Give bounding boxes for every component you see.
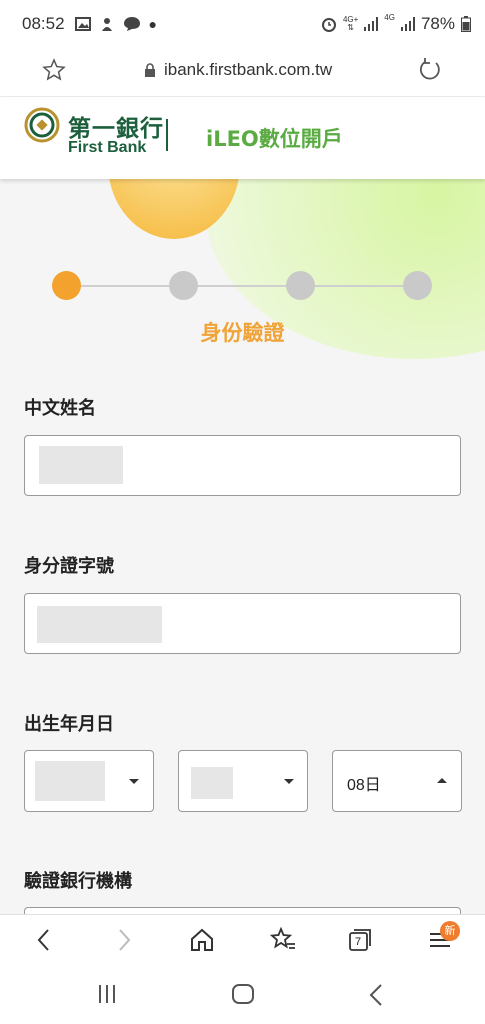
hero-stepper: 身份驗證 [0, 179, 485, 359]
back-icon[interactable] [34, 927, 54, 953]
redacted-year [35, 761, 105, 801]
reload-icon[interactable] [417, 57, 443, 83]
bank-name-en: First Bank [68, 139, 147, 156]
birth-year-select[interactable] [24, 750, 154, 812]
current-step-label: 身份驗證 [200, 321, 285, 345]
id-number-input[interactable] [24, 593, 461, 654]
chevron-down-icon [129, 779, 139, 784]
bank-name-cn: 第一銀行 [68, 116, 164, 142]
page-title: iLEO數位開戶 [206, 127, 343, 151]
browser-toolbar: 7 新 [0, 914, 485, 967]
step-dot-2 [169, 271, 198, 300]
bookmarks-icon[interactable] [269, 927, 297, 953]
step-dot-4 [403, 271, 432, 300]
signal-icon-2 [400, 17, 415, 31]
site-header: 第一銀行 First Bank iLEO數位開戶 [0, 97, 485, 179]
step-dot-1 [52, 271, 81, 300]
birth-day-select[interactable]: 08日 [332, 750, 462, 812]
battery-percent: 78% [420, 14, 455, 33]
redacted-id-number [37, 606, 162, 643]
alarm-icon [321, 18, 336, 32]
gallery-icon [74, 17, 91, 31]
id-number-label: 身分證字號 [24, 556, 114, 577]
birth-month-select[interactable] [178, 750, 308, 812]
network-type-2: 4G [384, 13, 395, 22]
first-bank-logo-icon[interactable] [24, 107, 60, 143]
system-back-icon[interactable] [368, 983, 384, 1007]
redacted-month [191, 767, 233, 799]
signal-icon-1 [364, 17, 379, 31]
bookmark-star-icon[interactable] [42, 58, 66, 82]
browser-url-bar[interactable]: ibank.firstbank.com.tw [0, 48, 485, 97]
status-bar: 08:52 ● 4G+ ⇅ 4G 78% [0, 0, 485, 48]
birth-day-value: 08日 [347, 777, 381, 794]
redacted-name [39, 446, 123, 484]
name-label: 中文姓名 [24, 398, 96, 419]
data-arrows-icon: ⇅ [347, 23, 354, 32]
notification-app-icon [101, 18, 112, 31]
url-display[interactable]: ibank.firstbank.com.tw [144, 60, 332, 80]
name-input[interactable] [24, 435, 461, 496]
birthday-label: 出生年月日 [24, 714, 114, 735]
system-navigation-bar [0, 966, 485, 1024]
tabs-button[interactable]: 7 [347, 927, 373, 957]
network-indicator-1: 4G+ ⇅ [343, 16, 358, 32]
menu-new-badge: 新 [440, 921, 460, 941]
stepper-track [66, 285, 416, 287]
header-divider [166, 119, 168, 151]
lock-icon [145, 63, 155, 77]
url-text: ibank.firstbank.com.tw [164, 60, 333, 79]
more-dot-icon: ● [148, 16, 158, 32]
tabs-count: 7 [355, 936, 362, 948]
chevron-down-icon [284, 779, 294, 784]
recent-apps-icon[interactable] [97, 984, 117, 1004]
chat-bubble-icon [123, 17, 140, 31]
verification-bank-label: 驗證銀行機構 [24, 871, 132, 892]
battery-charging-icon [461, 16, 471, 32]
chevron-up-icon [437, 778, 447, 783]
system-home-icon[interactable] [231, 983, 255, 1005]
home-icon[interactable] [189, 927, 215, 953]
step-dot-3 [286, 271, 315, 300]
forward-icon[interactable] [114, 927, 134, 953]
status-time: 08:52 [22, 14, 65, 33]
